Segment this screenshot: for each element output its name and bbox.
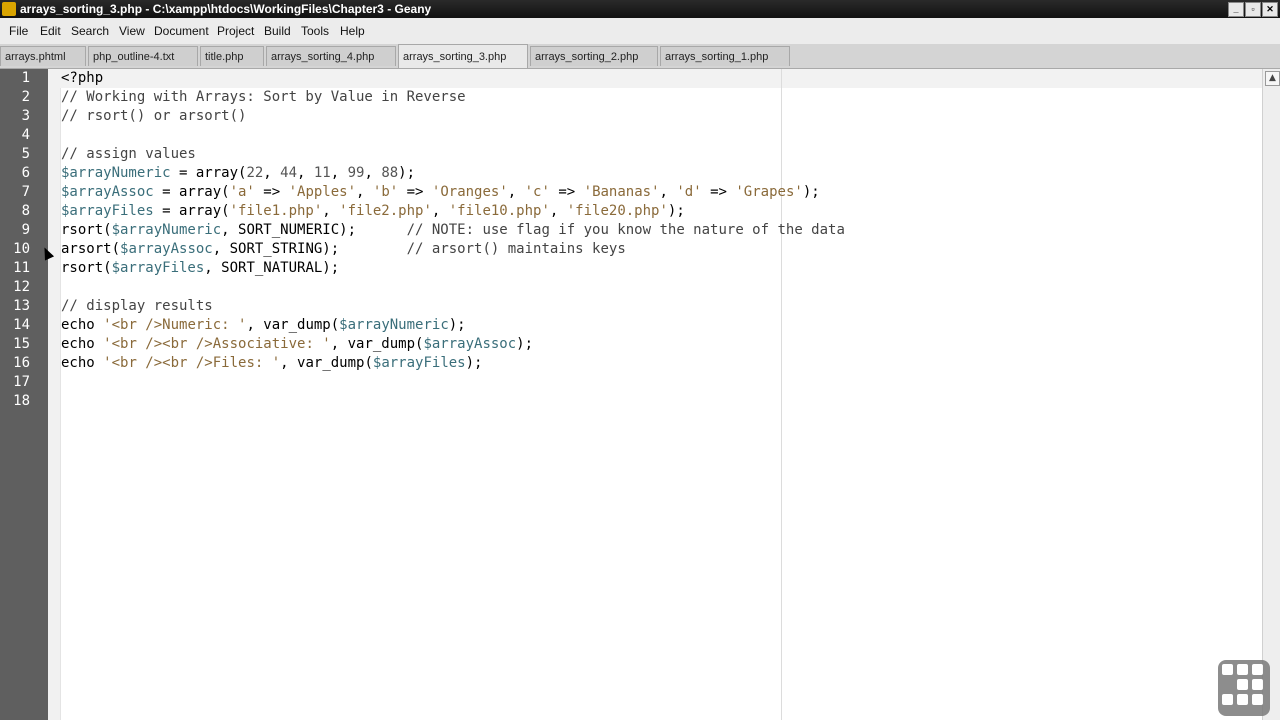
code-line[interactable]: echo '<br /><br />Files: ', var_dump($ar…: [61, 354, 482, 373]
line-number: 12: [13, 279, 30, 295]
menu-edit[interactable]: Edit: [40, 24, 61, 38]
menu-build[interactable]: Build: [264, 24, 291, 38]
document-tab-bar: arrays.phtml php_outline-4.txt title.php…: [0, 44, 1280, 69]
menu-project[interactable]: Project: [217, 24, 254, 38]
minimize-button[interactable]: _: [1228, 2, 1244, 17]
line-number: 9: [21, 222, 30, 238]
current-line-highlight: [60, 69, 1262, 88]
long-line-marker: [781, 69, 782, 720]
menu-help[interactable]: Help: [340, 24, 365, 38]
code-line[interactable]: $arrayAssoc = array('a' => 'Apples', 'b'…: [61, 183, 820, 202]
code-editor[interactable]: 1 2 3 4 5 6 7 8 9 10 11 12 13 14 15 16 1…: [0, 69, 1280, 720]
code-line[interactable]: $arrayNumeric = array(22, 44, 11, 99, 88…: [61, 164, 415, 183]
line-number: 1: [21, 70, 30, 86]
line-number: 18: [13, 393, 30, 409]
title-bar: arrays_sorting_3.php - C:\xampp\htdocs\W…: [0, 0, 1280, 18]
code-line[interactable]: rsort($arrayFiles, SORT_NATURAL);: [61, 259, 339, 278]
line-number: 5: [21, 146, 30, 162]
scroll-up-icon[interactable]: ▲: [1265, 71, 1280, 86]
maximize-button[interactable]: ▫: [1245, 2, 1261, 17]
code-line[interactable]: // assign values: [61, 145, 196, 164]
window-title: arrays_sorting_3.php - C:\xampp\htdocs\W…: [20, 2, 432, 16]
menu-file[interactable]: File: [9, 24, 28, 38]
code-line[interactable]: $arrayFiles = array('file1.php', 'file2.…: [61, 202, 685, 221]
line-number: 3: [21, 108, 30, 124]
geany-app-icon: [2, 2, 16, 16]
line-number: 4: [21, 127, 30, 143]
line-number: 14: [13, 317, 30, 333]
fold-margin[interactable]: [48, 69, 61, 720]
line-number: 6: [21, 165, 30, 181]
menu-document[interactable]: Document: [154, 24, 209, 38]
tab-title-php[interactable]: title.php: [200, 46, 264, 66]
tab-arrays-sorting-2[interactable]: arrays_sorting_2.php: [530, 46, 658, 66]
code-line[interactable]: // display results: [61, 297, 213, 316]
line-number-gutter: 1 2 3 4 5 6 7 8 9 10 11 12 13 14 15 16 1…: [0, 69, 48, 720]
tab-arrays-sorting-1[interactable]: arrays_sorting_1.php: [660, 46, 790, 66]
code-line[interactable]: echo '<br />Numeric: ', var_dump($arrayN…: [61, 316, 466, 335]
tab-arrays-sorting-3[interactable]: arrays_sorting_3.php: [398, 44, 528, 68]
line-number: 2: [21, 89, 30, 105]
line-number: 11: [13, 260, 30, 276]
line-number: 15: [13, 336, 30, 352]
code-line[interactable]: rsort($arrayNumeric, SORT_NUMERIC); // N…: [61, 221, 845, 240]
menu-bar: File Edit Search View Document Project B…: [0, 18, 1280, 45]
code-line[interactable]: // Working with Arrays: Sort by Value in…: [61, 88, 466, 107]
line-number: 17: [13, 374, 30, 390]
code-line[interactable]: echo '<br /><br />Associative: ', var_du…: [61, 335, 533, 354]
line-number: 7: [21, 184, 30, 200]
vertical-scrollbar[interactable]: ▲: [1262, 69, 1280, 720]
menu-view[interactable]: View: [119, 24, 145, 38]
line-number: 13: [13, 298, 30, 314]
tab-php-outline-4[interactable]: php_outline-4.txt: [88, 46, 198, 66]
tab-arrays-phtml[interactable]: arrays.phtml: [0, 46, 86, 66]
line-number: 10: [13, 241, 30, 257]
tab-arrays-sorting-4[interactable]: arrays_sorting_4.php: [266, 46, 396, 66]
menu-tools[interactable]: Tools: [301, 24, 329, 38]
line-number: 16: [13, 355, 30, 371]
code-line[interactable]: arsort($arrayAssoc, SORT_STRING); // ars…: [61, 240, 626, 259]
code-line[interactable]: // rsort() or arsort(): [61, 107, 246, 126]
line-number: 8: [21, 203, 30, 219]
close-button[interactable]: ✕: [1262, 2, 1278, 17]
code-line[interactable]: <?php: [61, 69, 103, 88]
menu-search[interactable]: Search: [71, 24, 109, 38]
grid-logo-icon: [1218, 660, 1270, 716]
